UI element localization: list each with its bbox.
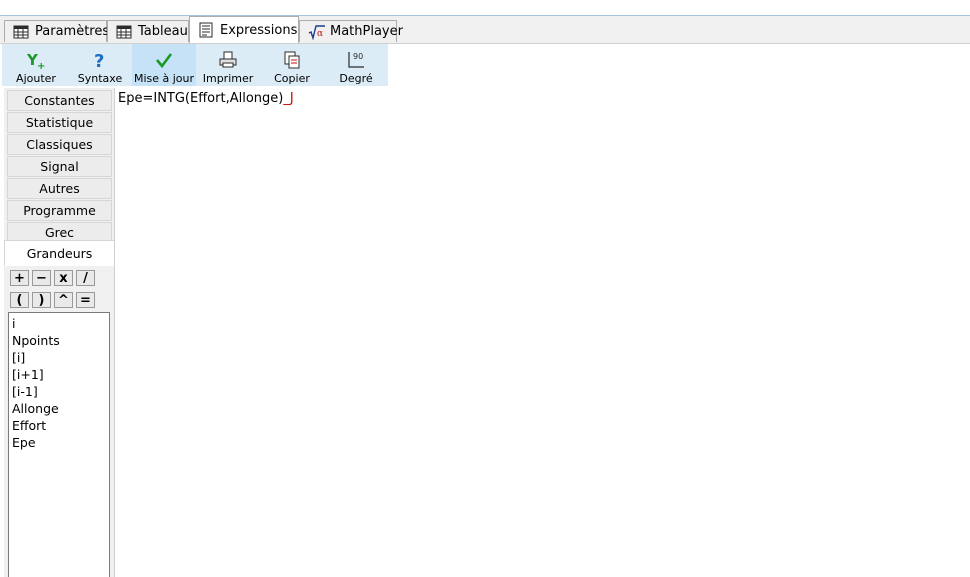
list-item[interactable]: Epe [9, 434, 109, 451]
copy-icon [283, 50, 301, 70]
expression-text: Epe=INTG(Effort,Allonge) [118, 91, 284, 106]
grid-icon [13, 24, 29, 40]
degre-button[interactable]: 90 Degré [324, 44, 388, 86]
sqrt-alpha-icon: α [308, 24, 325, 41]
category-statistique[interactable]: Statistique [7, 112, 112, 133]
tab-parametres[interactable]: Paramètres [4, 20, 110, 42]
syntaxe-label: Syntaxe [77, 72, 123, 85]
list-item[interactable]: Effort [9, 417, 109, 434]
category-classiques[interactable]: Classiques [7, 134, 112, 155]
grid-icon [116, 24, 132, 40]
multiply-operator-button[interactable]: x [54, 270, 73, 286]
degree-icon-text: 90 [353, 52, 363, 61]
mise-a-jour-label: Mise à jour [133, 72, 195, 85]
category-programme[interactable]: Programme [7, 200, 112, 221]
list-item[interactable]: [i-1] [9, 383, 109, 400]
svg-text:+: + [37, 61, 45, 70]
ajouter-label: Ajouter [16, 72, 56, 85]
y-plus-icon: Y + [26, 50, 46, 70]
tab-mathplayer[interactable]: α MathPlayer [299, 20, 403, 42]
angle-degree-icon: 90 [346, 50, 366, 70]
tab-label: Expressions [220, 22, 298, 38]
syntaxe-button[interactable]: ? Syntaxe [68, 44, 132, 86]
list-item[interactable]: Npoints [9, 332, 109, 349]
checkmark-icon [155, 50, 173, 70]
tab-label: Tableau [138, 24, 188, 39]
ajouter-button[interactable]: Y + Ajouter [4, 44, 68, 86]
degre-label: Degré [339, 72, 373, 85]
list-item[interactable]: Allonge [9, 400, 109, 417]
list-item[interactable]: i [9, 315, 109, 332]
toolbar: Y + Ajouter ? Syntaxe Mise à jour Imprime… [2, 44, 388, 86]
question-icon: ? [92, 50, 108, 70]
tab-label: Paramètres [35, 24, 110, 39]
expression-editor[interactable]: Epe=INTG(Effort,Allonge)_J [115, 88, 970, 577]
close-paren-button[interactable]: ) [32, 292, 51, 308]
plus-operator-button[interactable]: + [10, 270, 29, 286]
printer-icon [219, 50, 237, 70]
divide-operator-button[interactable]: / [76, 270, 95, 286]
category-grandeurs[interactable]: Grandeurs [4, 240, 115, 266]
expression-line: Epe=INTG(Effort,Allonge)_J [118, 91, 294, 106]
list-item[interactable]: [i+1] [9, 366, 109, 383]
tab-tableau[interactable]: Tableau [107, 20, 189, 42]
function-panel: Constantes Statistique Classiques Signal… [4, 88, 115, 577]
power-operator-button[interactable]: ^ [54, 292, 73, 308]
category-signal[interactable]: Signal [7, 156, 112, 177]
tab-expressions[interactable]: Expressions [189, 16, 299, 43]
variables-listbox[interactable]: i Npoints [i] [i+1] [i-1] Allonge Effort… [8, 312, 110, 577]
tab-label: MathPlayer [330, 24, 403, 39]
equals-operator-button[interactable]: = [76, 292, 95, 308]
open-paren-button[interactable]: ( [10, 292, 29, 308]
imprimer-button[interactable]: Imprimer [196, 44, 260, 86]
category-constantes[interactable]: Constantes [7, 90, 112, 111]
svg-text:?: ? [94, 51, 104, 70]
copier-label: Copier [274, 72, 310, 85]
imprimer-label: Imprimer [202, 72, 254, 85]
copier-button[interactable]: Copier [260, 44, 324, 86]
mise-a-jour-button[interactable]: Mise à jour [132, 44, 196, 86]
list-item[interactable]: [i] [9, 349, 109, 366]
tab-bar: Paramètres Tableau Expressions α MathPla… [0, 16, 970, 44]
minus-operator-button[interactable]: − [32, 270, 51, 286]
text-cursor: _J [283, 91, 294, 106]
category-autres[interactable]: Autres [7, 178, 112, 199]
svg-text:α: α [317, 29, 323, 39]
window-top-strip [0, 0, 970, 16]
document-icon [198, 22, 214, 38]
